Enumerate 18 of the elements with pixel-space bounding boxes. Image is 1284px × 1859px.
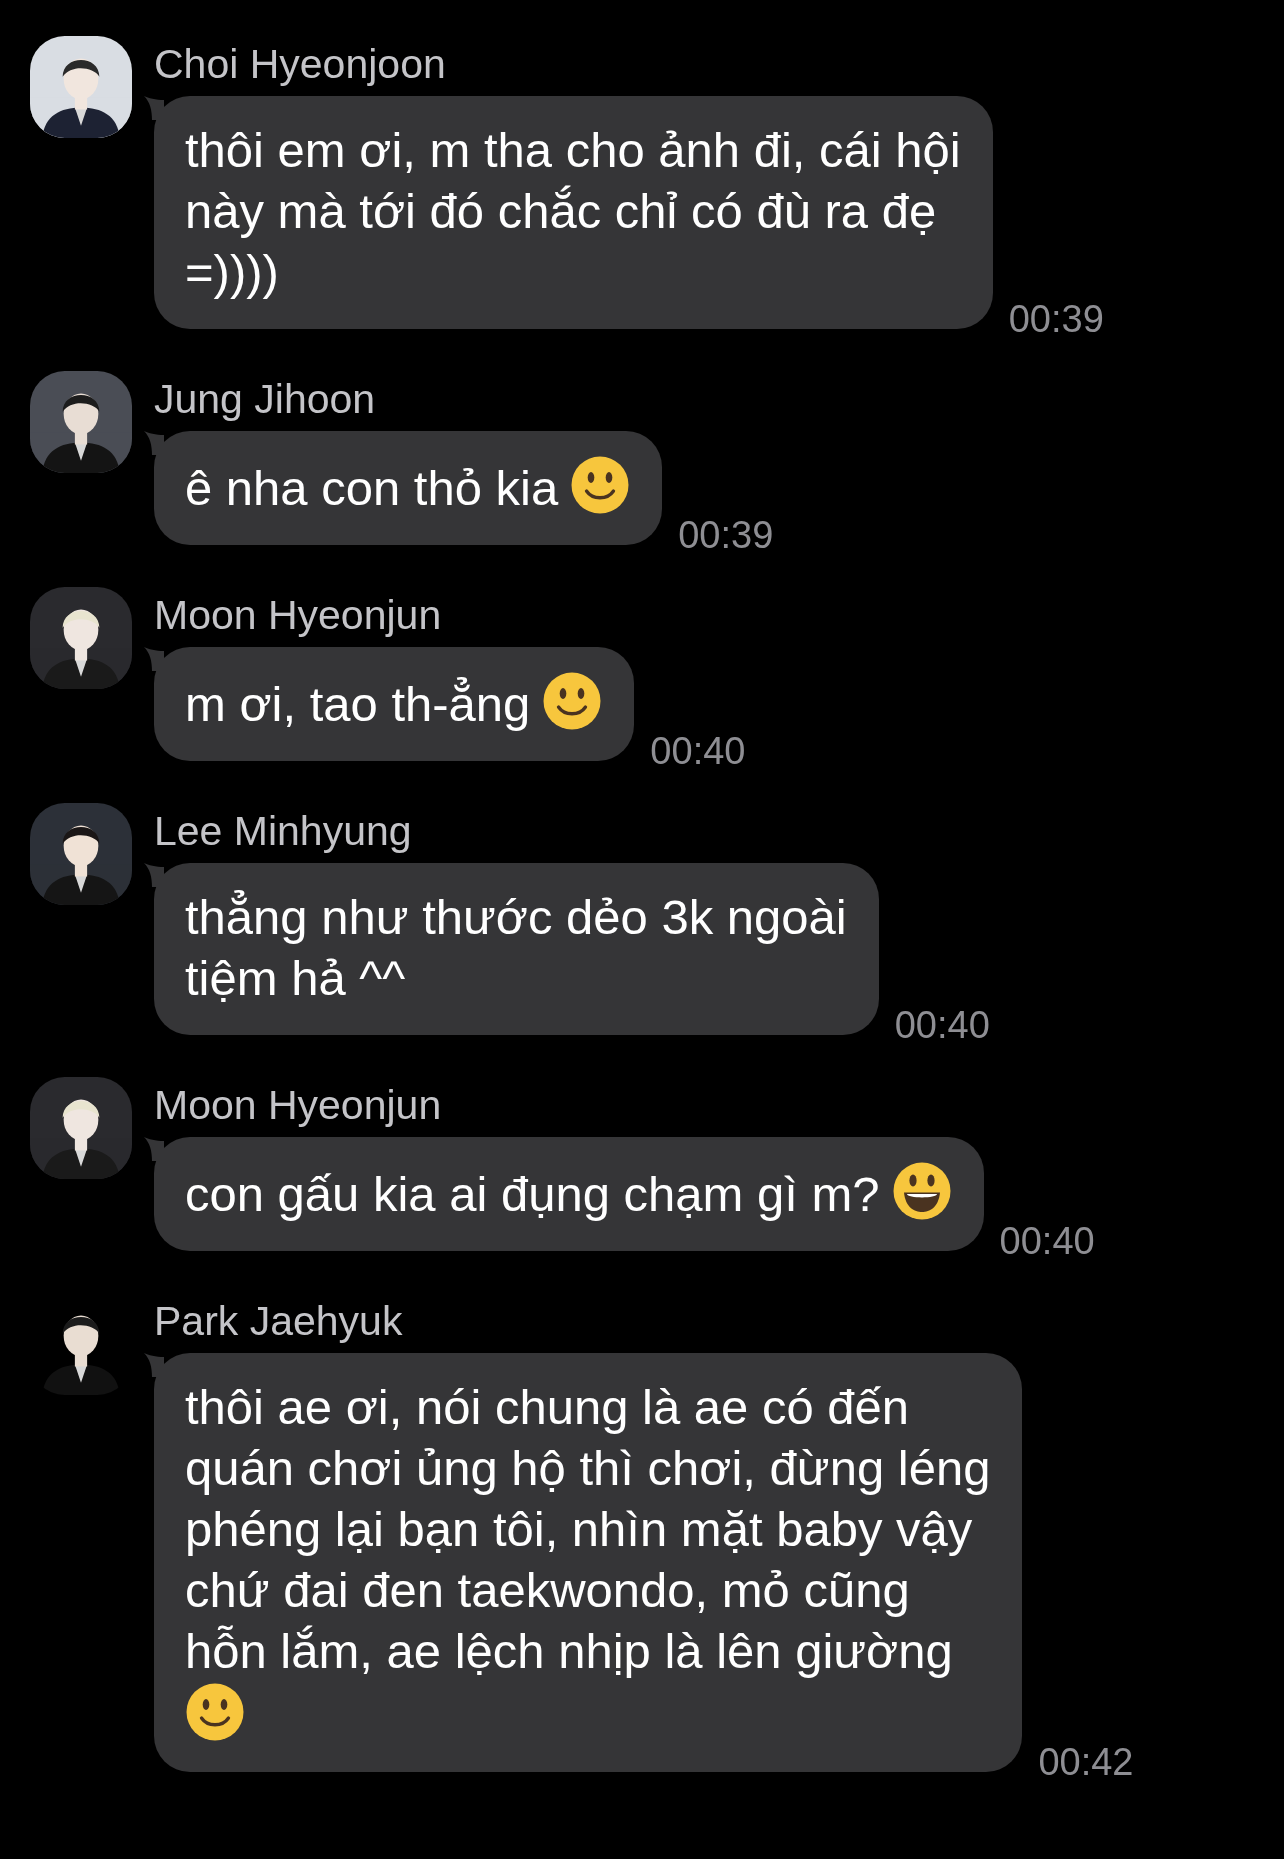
message-text: ê nha con thỏ kia	[185, 461, 559, 515]
sender-name: Jung Jihoon	[154, 375, 377, 424]
sender-name: Park Jaehyuk	[154, 1297, 404, 1346]
message-time: 00:42	[1038, 1741, 1134, 1784]
sender-name: Lee Minhyung	[154, 807, 413, 856]
message-time: 00:39	[678, 514, 774, 557]
message-text: m ơi, tao th-ẳng	[185, 677, 531, 731]
message-time: 00:40	[650, 730, 746, 773]
message-text: thôi ae ơi, nói chung là ae có đến quán chơi ủng hộ thì chơi, đừng léng phéng lại bạn tôi, nhìn mặt baby vậy chứ đai đen taekwondo, mỏ cũng hỗn lắm, ae lệch nhịp là lên giường	[185, 1380, 991, 1678]
message-time: 00:40	[894, 1004, 990, 1047]
sender-name: Moon Hyeonjun	[154, 1081, 443, 1130]
message-time: 00:40	[999, 1220, 1095, 1263]
message-text: thẳng như thước dẻo 3k ngoài tiệm hả ^^	[185, 890, 847, 1005]
message-text: con gấu kia ai đụng chạm gì m?	[185, 1167, 880, 1221]
message-text: thôi em ơi, m tha cho ảnh đi, cái hội này mà tới đó chắc chỉ có đù ra đẹ =))))	[185, 123, 961, 299]
sender-name: Choi Hyeonjoon	[154, 40, 447, 89]
message-time: 00:39	[1008, 298, 1104, 341]
sender-name: Moon Hyeonjun	[154, 591, 443, 640]
